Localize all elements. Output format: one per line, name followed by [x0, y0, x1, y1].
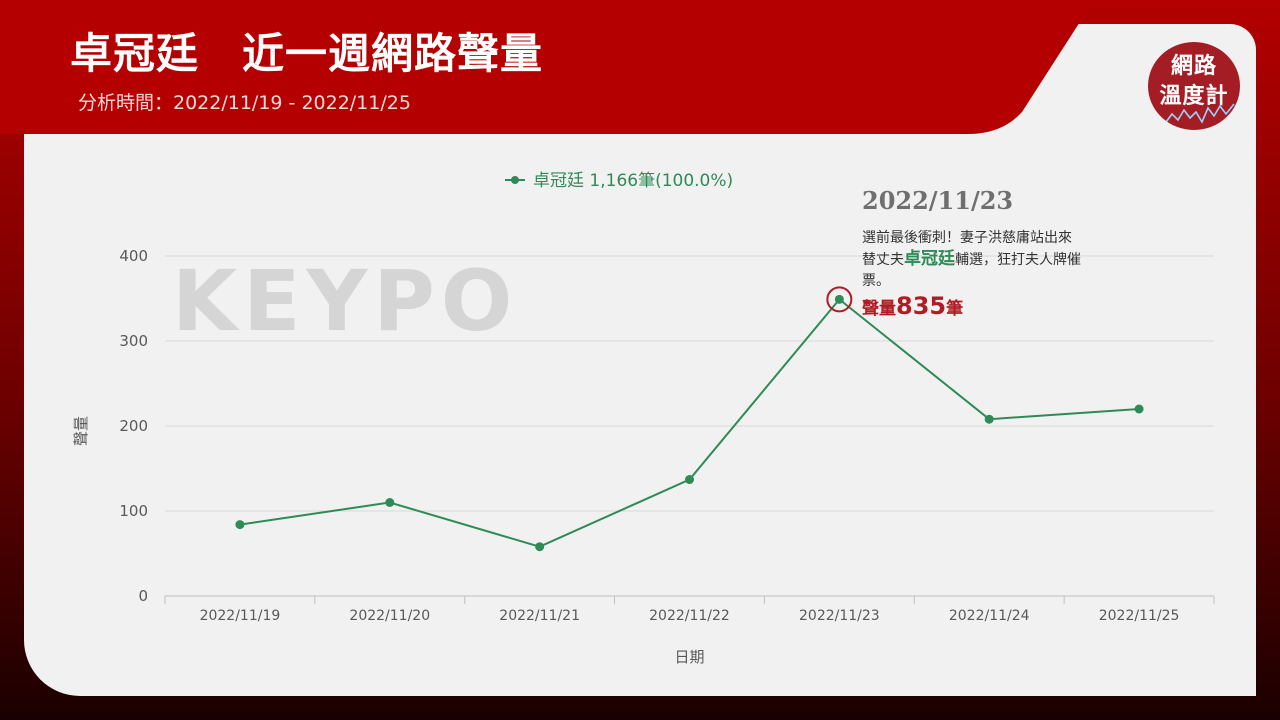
- legend-label: 卓冠廷 1,166筆(100.0%): [533, 171, 733, 191]
- x-tick-label: 2022/11/22: [649, 608, 730, 624]
- data-point: [535, 542, 545, 552]
- x-tick-label: 2022/11/25: [1099, 608, 1180, 624]
- x-tick-label: 2022/11/24: [949, 608, 1030, 624]
- y-tick-label: 200: [119, 417, 148, 435]
- annotation-text: 選前最後衝刺！妻子洪慈庸站出來替丈夫卓冠廷輔選，狂打夫人牌催票。: [862, 228, 1082, 292]
- data-point: [984, 414, 994, 424]
- data-point: [235, 520, 245, 530]
- annotation-volume-suffix: 筆: [946, 299, 964, 319]
- x-axis-title: 日期: [674, 648, 704, 666]
- x-tick-label: 2022/11/19: [200, 608, 281, 624]
- data-point: [834, 294, 844, 304]
- y-tick-label: 0: [138, 587, 148, 605]
- annotation-volume: 聲量835筆: [862, 292, 963, 320]
- x-tick-label: 2022/11/20: [349, 608, 430, 624]
- y-tick-label: 100: [119, 502, 148, 520]
- line-chart: KEYPO 0 100 200 300 400 2022/11/19 2022/11/20 20…: [72, 171, 1215, 666]
- data-point: [685, 475, 694, 485]
- x-tick-label: 2022/11/23: [799, 608, 880, 624]
- watermark-text: KEYPO: [172, 252, 518, 350]
- annotation-date: 2022/11/23: [862, 186, 1014, 215]
- data-point: [1134, 404, 1144, 414]
- legend-dot-marker: [511, 176, 519, 184]
- annotation-volume-prefix: 聲量: [862, 299, 896, 319]
- y-axis-title: 聲量: [72, 416, 90, 446]
- data-point: [385, 498, 395, 507]
- annotation-volume-value: 835: [896, 292, 947, 320]
- y-tick-label: 400: [119, 247, 148, 265]
- x-tick-label: 2022/11/21: [499, 608, 580, 624]
- annotation-highlight-name: 卓冠廷: [904, 249, 955, 269]
- y-tick-label: 300: [119, 332, 148, 350]
